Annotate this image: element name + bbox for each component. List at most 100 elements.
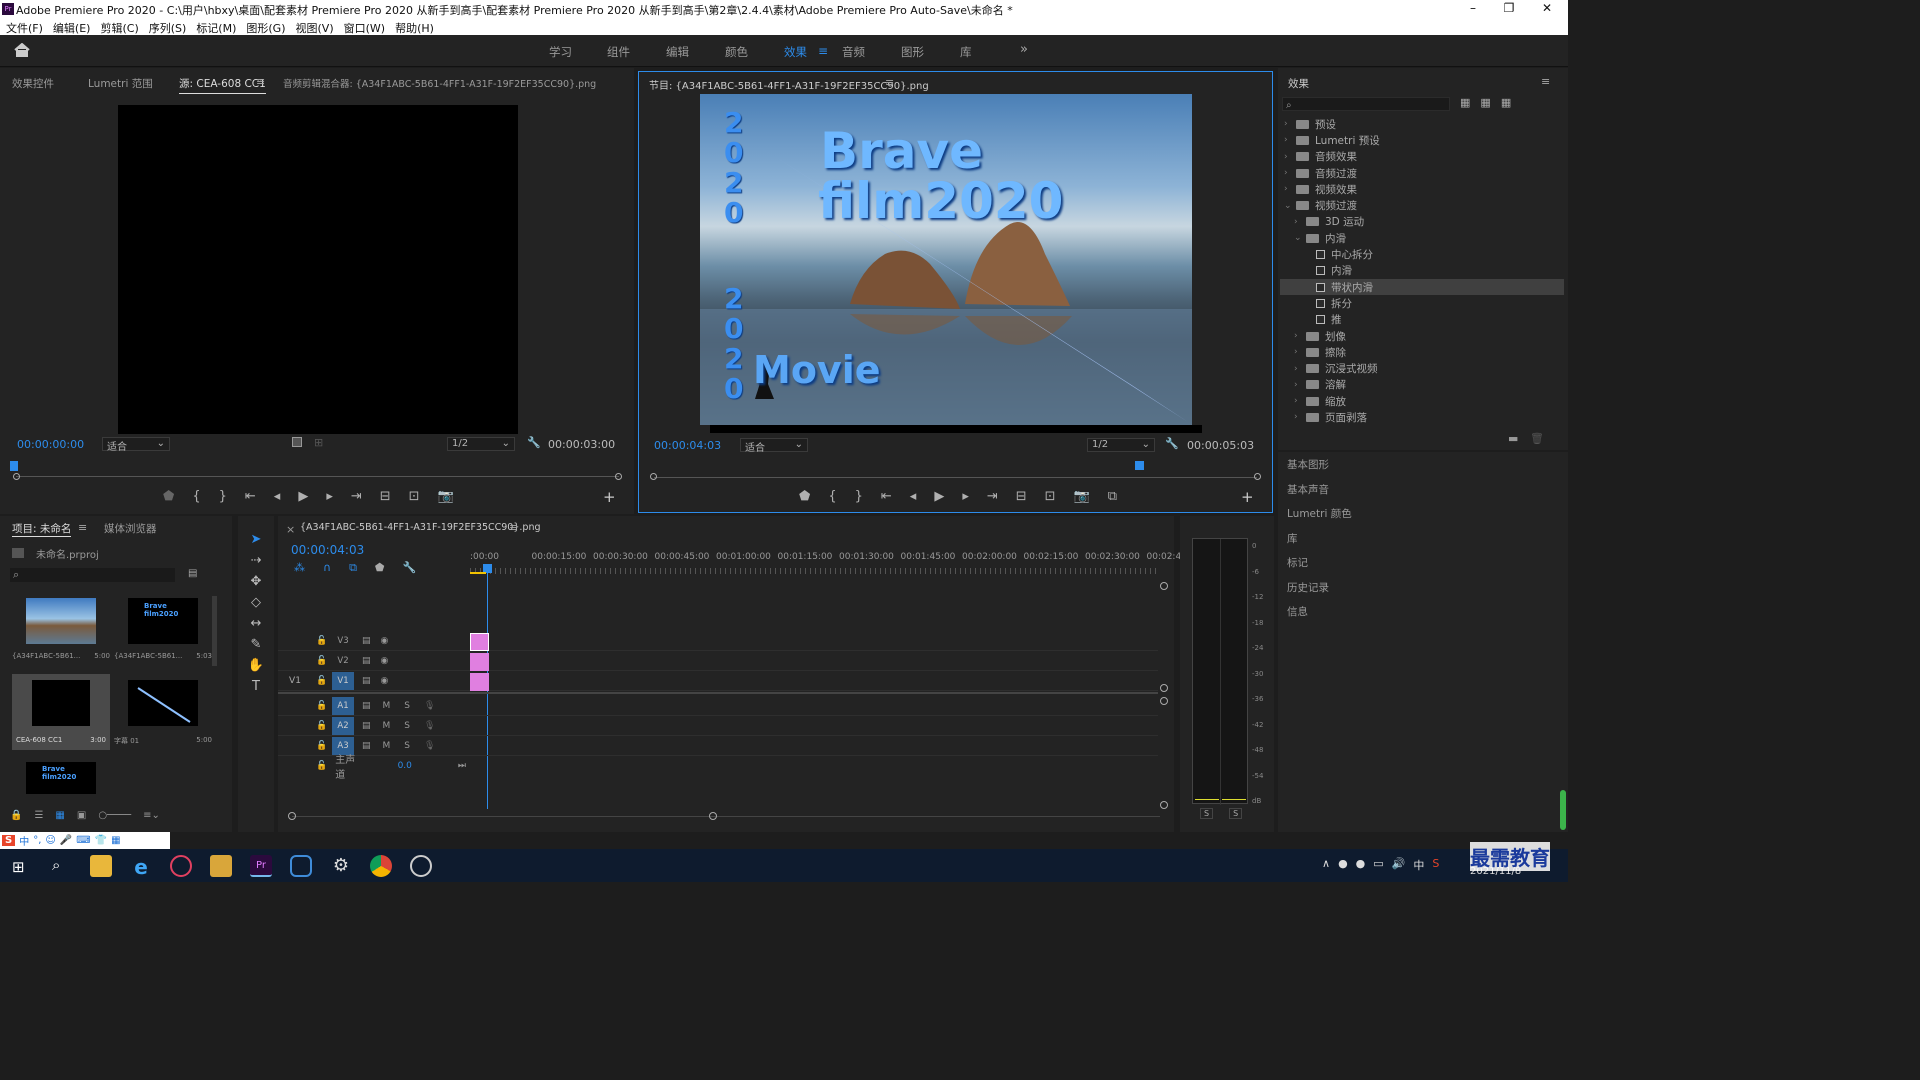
project-menu-icon[interactable]: ≡ xyxy=(78,521,87,534)
track-target[interactable]: A1 xyxy=(332,696,354,715)
menu-item[interactable]: 图形(G) xyxy=(246,20,285,36)
a-zoom-handle[interactable] xyxy=(1160,697,1168,705)
workspace-tab[interactable]: 编辑 xyxy=(666,44,689,60)
yuv-effects-icon[interactable]: ▦ xyxy=(1501,96,1511,109)
lock-icon[interactable]: 🔓 xyxy=(316,761,327,771)
new-bin-icon[interactable]: ▬ xyxy=(1508,432,1518,445)
solo-button[interactable]: S xyxy=(404,741,410,751)
program-timecode[interactable]: 00:00:04:03 xyxy=(654,439,721,452)
project-item[interactable]: 字幕 01 5:00 xyxy=(114,674,212,750)
chevron-right-icon[interactable]: › xyxy=(1294,364,1306,374)
source-menu-icon[interactable]: ≡ xyxy=(256,75,265,88)
eye-icon[interactable]: ◉ xyxy=(381,676,389,686)
chevron-right-icon[interactable]: › xyxy=(1294,347,1306,357)
eye-icon[interactable]: ◉ xyxy=(381,636,389,646)
home-icon[interactable] xyxy=(14,42,30,57)
lift-icon[interactable]: ⊟ xyxy=(1016,489,1027,504)
razor-tool-icon[interactable]: ◇ xyxy=(251,595,261,610)
project-scrollbar[interactable] xyxy=(212,596,217,666)
tab-project[interactable]: 项目: 未命名 xyxy=(12,521,72,537)
timeline-hscroll[interactable] xyxy=(292,816,1160,817)
mute-button[interactable]: M xyxy=(383,721,391,731)
sogou-ime-icon[interactable]: S xyxy=(2,835,16,846)
source-scrub-bar[interactable] xyxy=(16,476,619,477)
workspace-tab[interactable]: 图形 xyxy=(901,44,924,60)
go-to-end-icon[interactable]: ⏭ xyxy=(458,761,466,771)
ime-punct-icon[interactable]: °, xyxy=(33,835,41,846)
freeform-view-icon[interactable]: ▣ xyxy=(77,810,86,821)
source-resolution-dropdown[interactable]: 1/2 ⌄ xyxy=(447,437,515,451)
lock-icon[interactable]: 🔒 xyxy=(10,810,22,821)
chevron-right-icon[interactable]: › xyxy=(1294,331,1306,341)
linked-selection-icon[interactable]: ⧉ xyxy=(349,561,357,575)
go-to-out-icon[interactable]: ⇥ xyxy=(351,489,362,504)
selection-tool-icon[interactable]: ➤ xyxy=(251,532,262,547)
chevron-right-icon[interactable]: › xyxy=(1294,396,1306,406)
go-to-in-icon[interactable]: ⇤ xyxy=(881,489,892,504)
v-zoom-handle-top[interactable] xyxy=(1160,582,1168,590)
eye-icon[interactable]: ◉ xyxy=(381,656,389,666)
sync-lock-icon[interactable]: ▤ xyxy=(362,741,371,751)
tab-effect-controls[interactable]: 效果控件 xyxy=(12,76,54,91)
export-frame-icon[interactable]: 📷 xyxy=(438,489,454,504)
zoom-slider[interactable]: ○──── xyxy=(98,810,131,821)
ime-skin-icon[interactable]: 👕 xyxy=(95,835,107,846)
chevron-right-icon[interactable]: › xyxy=(1294,217,1306,227)
program-resolution-dropdown[interactable]: 1/2 ⌄ xyxy=(1087,438,1155,452)
program-fit-dropdown[interactable]: 适合 ⌄ xyxy=(740,438,808,454)
ime-keyboard-icon[interactable]: ⌨ xyxy=(76,835,90,846)
side-panel-tab[interactable]: 历史记录 xyxy=(1287,580,1329,595)
solo-button[interactable]: S xyxy=(404,701,410,711)
overwrite-clip-icon[interactable]: ⊡ xyxy=(409,489,420,504)
insert-icon[interactable]: ⊞ xyxy=(314,436,323,449)
tray-expand-icon[interactable]: ∧ xyxy=(1322,857,1330,873)
effect-folder[interactable]: › 沉浸式视频 xyxy=(1284,360,1564,376)
tray-sogou-icon[interactable]: S xyxy=(1432,857,1439,873)
effect-folder[interactable]: ⌄ 内滑 xyxy=(1284,230,1564,246)
side-panel-tab[interactable]: Lumetri 颜色 xyxy=(1287,506,1352,521)
master-volume[interactable]: 0.0 xyxy=(398,761,412,771)
timeline-settings-icon[interactable]: 🔧 xyxy=(402,561,416,575)
maximize-button[interactable]: ❐ xyxy=(1494,1,1524,17)
mark-out-icon[interactable]: } xyxy=(855,489,863,504)
effect-item[interactable]: 内滑 xyxy=(1284,263,1564,279)
go-to-out-icon[interactable]: ⇥ xyxy=(987,489,998,504)
lock-icon[interactable]: 🔓 xyxy=(316,741,332,751)
effect-folder[interactable]: › 3D 运动 xyxy=(1284,214,1564,230)
effect-folder[interactable]: › 擦除 xyxy=(1284,344,1564,360)
sequence-menu-icon[interactable]: ≡ xyxy=(509,521,518,534)
solo-right-button[interactable]: S xyxy=(1229,808,1243,819)
effect-folder[interactable]: › 页面剥落 xyxy=(1284,409,1564,425)
side-panel-tab[interactable]: 信息 xyxy=(1287,604,1308,619)
edge-browser-icon[interactable]: e xyxy=(130,855,152,879)
effects-menu-icon[interactable]: ≡ xyxy=(1541,75,1550,88)
export-frame-icon[interactable]: 📷 xyxy=(1074,489,1090,504)
mute-button[interactable]: M xyxy=(383,741,391,751)
project-item-partial[interactable]: Brave film2020 xyxy=(26,762,96,794)
snap-icon[interactable]: ∩ xyxy=(323,561,331,575)
ime-voice-icon[interactable]: 🎤 xyxy=(60,835,72,846)
lock-icon[interactable]: 🔓 xyxy=(316,676,332,686)
mic-icon[interactable]: 🎙 xyxy=(424,721,435,731)
close-button[interactable]: ✕ xyxy=(1532,1,1562,17)
program-settings-wrench-icon[interactable]: 🔧 xyxy=(1165,437,1179,450)
effect-folder[interactable]: › 视频效果 xyxy=(1284,181,1564,197)
tab-media-browser[interactable]: 媒体浏览器 xyxy=(104,521,157,536)
effect-folder[interactable]: ⌄ 视频过渡 xyxy=(1284,197,1564,213)
source-add-button-icon[interactable]: + xyxy=(603,488,616,506)
source-fit-dropdown[interactable]: 适合 ⌄ xyxy=(102,437,170,453)
project-item[interactable]: Brave film2020 {A34F1ABC-5B61... 5:03 xyxy=(114,592,212,666)
menu-item[interactable]: 视图(V) xyxy=(296,20,334,36)
workspace-tab[interactable]: 音频 xyxy=(842,44,865,60)
workspace-tab[interactable]: 颜色 xyxy=(725,44,748,60)
workspace-tab[interactable]: 组件 xyxy=(607,44,630,60)
effect-folder[interactable]: › 音频效果 xyxy=(1284,149,1564,165)
effect-item[interactable]: 拆分 xyxy=(1284,295,1564,311)
tray-volume-icon[interactable]: 🔊 xyxy=(1392,857,1406,873)
clip-v3[interactable] xyxy=(470,633,489,651)
menu-item[interactable]: 帮助(H) xyxy=(395,20,434,36)
step-forward-icon[interactable]: ▸ xyxy=(962,489,969,504)
chevron-right-icon[interactable]: › xyxy=(1284,184,1296,194)
tray-qq2-icon[interactable]: ● xyxy=(1356,857,1366,873)
play-icon[interactable]: ▶ xyxy=(934,489,944,504)
